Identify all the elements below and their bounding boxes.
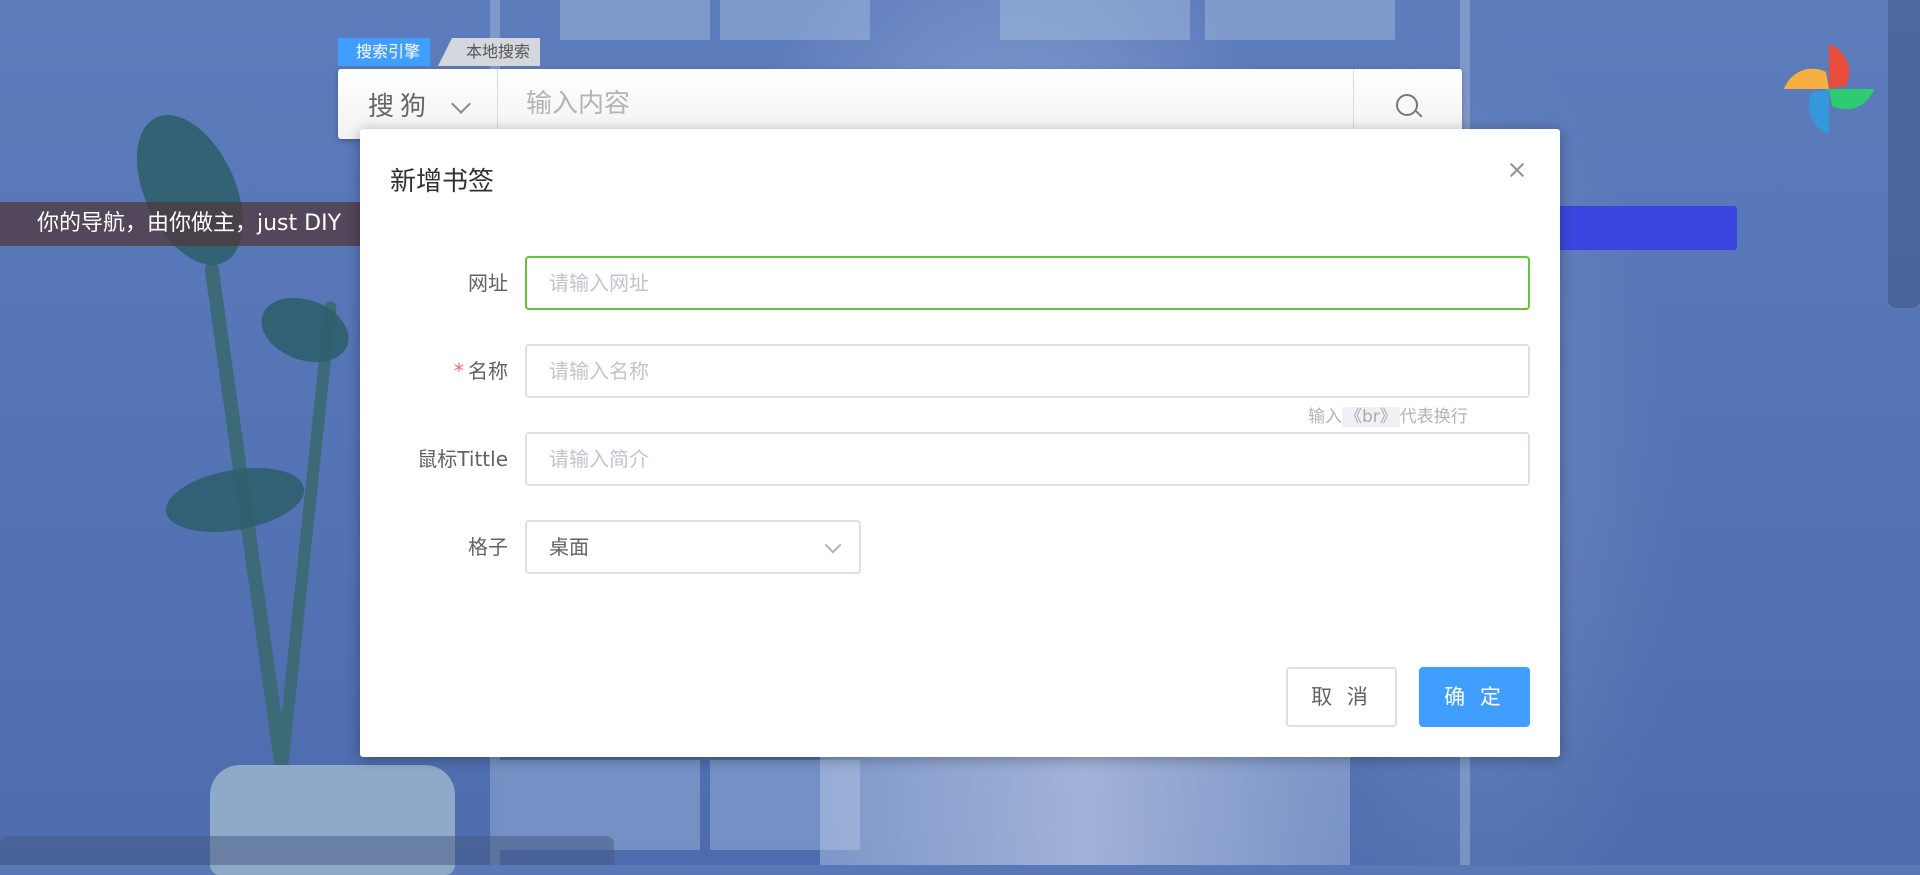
search-icon <box>1396 94 1418 116</box>
tooltip-input[interactable] <box>525 432 1530 486</box>
slogan-banner: 你的导航，由你做主，just DIY <box>0 202 370 246</box>
close-icon[interactable] <box>1502 155 1532 185</box>
wallpaper-pane <box>1205 0 1395 40</box>
hint-suffix: 代表换行 <box>1399 407 1468 427</box>
confirm-button[interactable]: 确 定 <box>1419 667 1530 727</box>
grid-label: 格子 <box>468 535 508 559</box>
plant-leaf <box>115 98 265 282</box>
pinwheel-logo-icon <box>1784 44 1874 134</box>
hint-code: 《br》 <box>1342 407 1400 427</box>
hint-prefix: 输入 <box>1308 407 1342 427</box>
plant-leaf <box>252 286 358 374</box>
required-mark: * <box>454 359 464 383</box>
plant-leaf <box>160 458 310 542</box>
tooltip-label: 鼠标Tittle <box>417 447 508 471</box>
wallpaper-pane <box>720 0 870 40</box>
line-break-hint: 输入 《br》 代表换行 <box>1308 402 1468 427</box>
url-input[interactable] <box>525 256 1530 310</box>
chevron-down-icon <box>824 536 842 554</box>
tab-search-engine[interactable]: 搜索引擎 <box>338 38 430 66</box>
engine-name: 搜狗 <box>368 91 433 122</box>
name-input[interactable] <box>525 344 1530 398</box>
plant-stem <box>274 300 338 780</box>
vertical-scrollbar[interactable] <box>1888 0 1920 308</box>
horizontal-scrollbar[interactable] <box>0 836 614 865</box>
url-label: 网址 <box>468 271 508 295</box>
wallpaper-pane <box>560 0 710 40</box>
tab-local-search[interactable]: 本地搜索 <box>438 38 540 66</box>
add-bookmark-dialog: 新增书签 网址 *名称 输入《br》代表换行 鼠标Tittle 格子 桌面 取 … <box>360 129 1560 757</box>
wallpaper-pane <box>1000 0 1190 40</box>
slogan-text: 你的导航，由你做主，just DIY <box>37 211 342 236</box>
cancel-button[interactable]: 取 消 <box>1286 667 1397 727</box>
name-label: * 名称 <box>360 344 508 398</box>
dialog-title: 新增书签 <box>390 167 495 197</box>
chevron-down-icon <box>451 94 471 114</box>
blue-banner <box>1540 206 1737 250</box>
grid-select-value: 桌面 <box>549 535 589 559</box>
grid-select[interactable]: 桌面 <box>525 520 861 574</box>
name-label-text: 名称 <box>468 359 508 383</box>
